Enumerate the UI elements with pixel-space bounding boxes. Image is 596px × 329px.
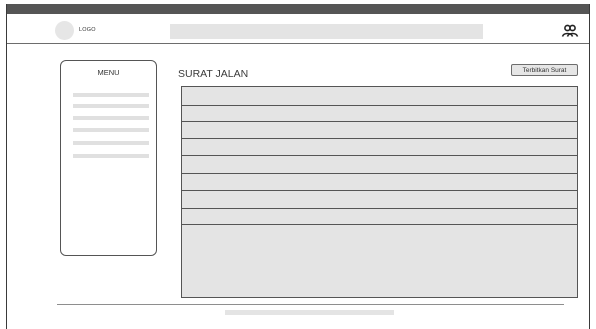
menu-title: MENU: [97, 68, 120, 77]
table-row[interactable]: [182, 138, 577, 139]
logo-text: LOGO: [79, 27, 96, 33]
footer-divider: [57, 304, 564, 305]
issue-letter-button[interactable]: Terbitkan Surat: [511, 64, 578, 76]
menu-item-6[interactable]: [73, 154, 149, 158]
table-row[interactable]: [182, 208, 577, 209]
table-row[interactable]: [182, 155, 577, 156]
menu-item-2[interactable]: [73, 104, 149, 108]
table-row[interactable]: [182, 105, 577, 106]
header: LOGO: [7, 14, 589, 44]
table-row[interactable]: [182, 121, 577, 122]
menu-item-1[interactable]: [73, 93, 149, 97]
letters-table: [181, 86, 578, 298]
search-bar[interactable]: [170, 24, 483, 39]
table-row[interactable]: [182, 190, 577, 191]
menu-item-3[interactable]: [73, 116, 149, 120]
menu-item-5[interactable]: [73, 141, 149, 145]
sidebar-menu: MENU: [60, 60, 157, 256]
page-title: SURAT JALAN: [178, 68, 249, 80]
table-row[interactable]: [182, 173, 577, 174]
window-top-bar: [7, 4, 589, 14]
app-window: LOGO MENU SURAT JALAN Terbitkan Surat: [6, 4, 590, 329]
menu-item-4[interactable]: [73, 128, 149, 132]
table-row[interactable]: [182, 224, 577, 225]
footer-content: [225, 310, 394, 315]
logo-icon[interactable]: [55, 21, 74, 40]
user-group-icon[interactable]: [561, 23, 579, 39]
